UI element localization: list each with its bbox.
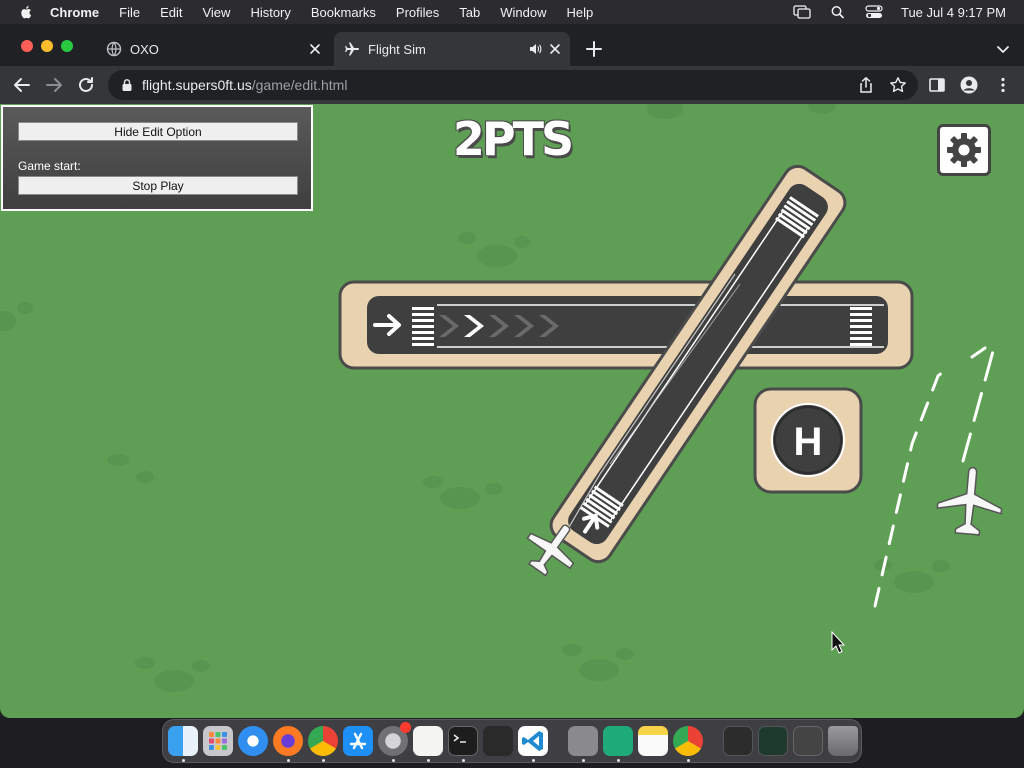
globe-icon — [106, 41, 122, 57]
menu-clock[interactable]: Tue Jul 4 9:17 PM — [901, 5, 1006, 20]
screen-mirroring-icon[interactable] — [793, 5, 811, 19]
vscode-logo-icon — [522, 731, 543, 751]
lock-icon[interactable] — [120, 78, 134, 92]
menu-file[interactable]: File — [119, 5, 140, 20]
trash-icon[interactable] — [828, 726, 858, 756]
address-bar[interactable]: flight.supers0ft.us/game/edit.html — [108, 70, 918, 100]
menu-tab[interactable]: Tab — [459, 5, 480, 20]
forward-arrow-icon[interactable] — [44, 75, 64, 95]
chevron-down-icon[interactable] — [996, 42, 1010, 56]
window-zoom-button[interactable] — [61, 40, 73, 52]
url-host: flight.supers0ft.us — [142, 77, 252, 93]
hide-edit-option-button[interactable]: Hide Edit Option — [18, 122, 298, 141]
menu-bar: Chrome File Edit View History Bookmarks … — [0, 0, 1024, 24]
running-indicator — [287, 759, 290, 762]
launchpad-grid-icon — [209, 732, 227, 750]
menu-help[interactable]: Help — [567, 5, 594, 20]
safari-icon[interactable] — [238, 726, 268, 756]
settings-button[interactable] — [937, 124, 991, 176]
url-path: /game/edit.html — [251, 77, 348, 93]
close-tab-icon[interactable] — [308, 42, 322, 56]
edit-panel: Hide Edit Option Game start: Stop Play — [1, 105, 313, 211]
browser-toolbar: flight.supers0ft.us/game/edit.html — [0, 66, 1024, 104]
running-indicator — [427, 759, 430, 762]
terminal-prompt-icon — [453, 734, 466, 743]
tab-oxo[interactable]: OXO — [96, 32, 330, 66]
vscode-icon[interactable] — [518, 726, 548, 756]
airplane-icon — [345, 42, 359, 56]
stop-play-button[interactable]: Stop Play — [18, 176, 298, 195]
running-indicator — [182, 759, 185, 762]
screenshot-3-icon[interactable] — [793, 726, 823, 756]
terminal-icon[interactable] — [448, 726, 478, 756]
runway-horizontal — [338, 280, 914, 370]
finder-icon[interactable] — [168, 726, 198, 756]
textedit-icon[interactable] — [413, 726, 443, 756]
flight-path-dashed — [961, 342, 997, 463]
tab-title: OXO — [130, 41, 159, 57]
window-close-button[interactable] — [21, 40, 33, 52]
running-indicator — [617, 759, 620, 762]
tab-strip: OXO Flight Sim — [0, 24, 1024, 66]
firefox-icon[interactable] — [273, 726, 303, 756]
app-store-glyph-icon — [349, 732, 367, 750]
mouse-cursor-icon — [831, 630, 846, 654]
menu-view[interactable]: View — [202, 5, 230, 20]
notification-badge — [400, 722, 411, 733]
running-indicator — [582, 759, 585, 762]
menu-app-chrome[interactable]: Chrome — [50, 5, 99, 20]
speaker-icon[interactable] — [528, 42, 542, 56]
status-area: Tue Jul 4 9:17 PM — [793, 0, 1006, 24]
score-display: 2PTS — [452, 112, 574, 166]
back-arrow-icon[interactable] — [12, 75, 32, 95]
game-start-label: Game start: — [18, 159, 81, 173]
app-store-icon[interactable] — [343, 726, 373, 756]
side-panel-icon[interactable] — [928, 76, 946, 94]
launchpad-icon[interactable] — [203, 726, 233, 756]
chrome-icon[interactable] — [673, 726, 703, 756]
menu-history[interactable]: History — [250, 5, 290, 20]
dock — [162, 719, 862, 763]
screenshot-1-icon[interactable] — [723, 726, 753, 756]
tab-flight-sim[interactable]: Flight Sim — [334, 32, 570, 66]
control-center-icon[interactable] — [865, 5, 883, 19]
menu-edit[interactable]: Edit — [160, 5, 182, 20]
running-indicator — [322, 759, 325, 762]
window-minimize-button[interactable] — [41, 40, 53, 52]
dashlane-icon[interactable] — [603, 726, 633, 756]
apple-icon[interactable] — [18, 4, 34, 20]
jet-plane-icon[interactable] — [935, 465, 1005, 537]
reload-icon[interactable] — [76, 75, 96, 95]
share-icon[interactable] — [857, 76, 875, 94]
calculator-icon[interactable] — [568, 726, 598, 756]
tab-title: Flight Sim — [368, 41, 426, 57]
bookmark-star-icon[interactable] — [889, 76, 907, 94]
garageband-icon[interactable] — [483, 726, 513, 756]
running-indicator — [687, 759, 690, 762]
notes-icon[interactable] — [638, 726, 668, 756]
profile-icon[interactable] — [960, 76, 978, 94]
menu-profiles[interactable]: Profiles — [396, 5, 439, 20]
helipad-label: H — [794, 420, 823, 464]
running-indicator — [462, 759, 465, 762]
menu-window[interactable]: Window — [500, 5, 546, 20]
new-tab-icon[interactable] — [585, 40, 603, 58]
gear-icon — [947, 133, 981, 167]
close-tab-icon[interactable] — [548, 42, 562, 56]
spotlight-search-icon[interactable] — [829, 5, 847, 19]
running-indicator — [532, 759, 535, 762]
screenshot-2-icon[interactable] — [758, 726, 788, 756]
game-viewport[interactable]: H Hide Edit Option Game start: Stop Play… — [0, 104, 1024, 718]
chrome-icon[interactable] — [308, 726, 338, 756]
running-indicator — [392, 759, 395, 762]
system-settings-icon[interactable] — [378, 722, 411, 756]
menu-bookmarks[interactable]: Bookmarks — [311, 5, 376, 20]
more-menu-icon[interactable] — [994, 76, 1012, 94]
